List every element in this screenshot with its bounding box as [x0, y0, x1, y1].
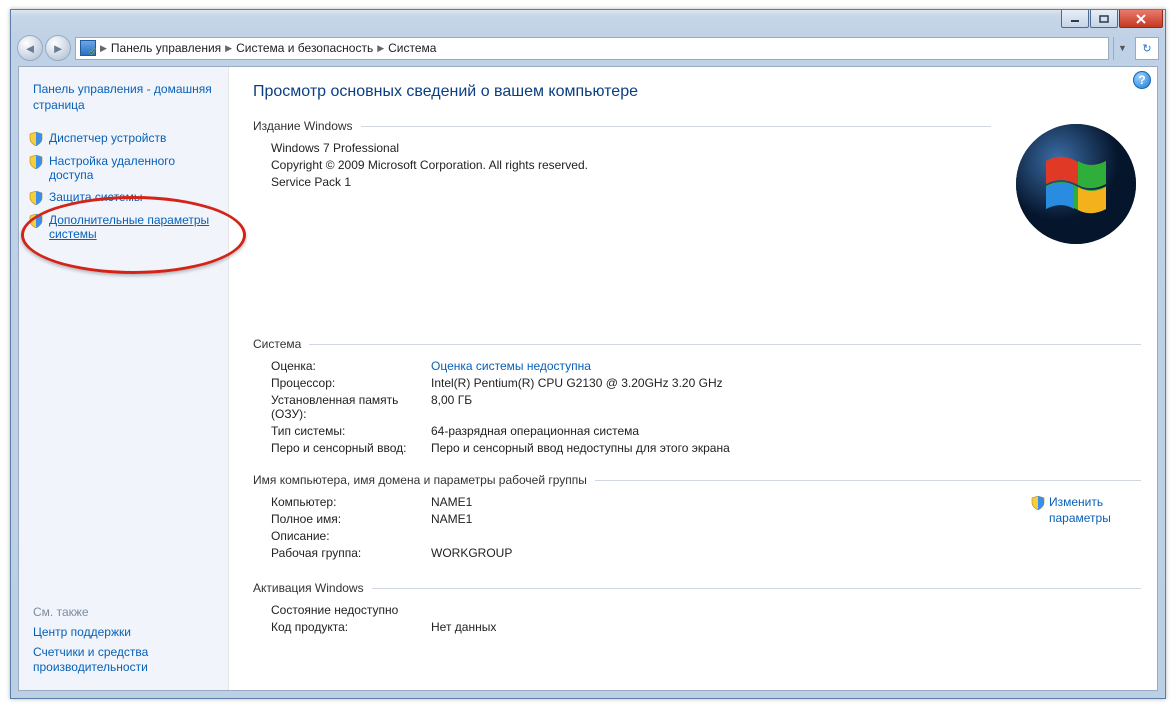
minimize-button[interactable] — [1061, 10, 1089, 28]
back-button[interactable]: ◄ — [17, 35, 43, 61]
breadcrumb[interactable]: Система и безопасность — [236, 41, 373, 55]
property-row: Код продукта:Нет данных — [271, 620, 1141, 634]
property-row: Тип системы:64-разрядная операционная си… — [271, 424, 1141, 438]
property-key: Тип системы: — [271, 424, 431, 438]
system-properties-window: ◄ ► ▶ Панель управления ▶ Система и безо… — [10, 9, 1166, 699]
divider — [372, 588, 1141, 589]
property-key: Код продукта: — [271, 620, 431, 634]
property-row: Компьютер:NAME1 — [271, 495, 1031, 509]
property-key: Установленная память (ОЗУ): — [271, 393, 431, 421]
property-row: Установленная память (ОЗУ):8,00 ГБ — [271, 393, 1141, 421]
property-row: Состояние недоступно — [271, 603, 1141, 617]
control-panel-home-link[interactable]: Панель управления - домашняя страница — [33, 81, 216, 113]
address-dropdown[interactable]: ▼ — [1113, 37, 1131, 60]
property-value: NAME1 — [431, 512, 1031, 526]
sidebar-item-device-manager[interactable]: Диспетчер устройств — [29, 131, 216, 146]
property-key: Рабочая группа: — [271, 546, 431, 560]
change-settings-label: Изменить параметры — [1049, 495, 1141, 526]
shield-icon — [29, 214, 43, 228]
forward-button[interactable]: ► — [45, 35, 71, 61]
divider — [309, 344, 1141, 345]
property-row: Описание: — [271, 529, 1141, 543]
see-also-link-action-center[interactable]: Центр поддержки — [33, 625, 216, 641]
client-area: Панель управления - домашняя страница Ди… — [18, 66, 1158, 691]
page-title: Просмотр основных сведений о вашем компь… — [253, 83, 1141, 101]
property-key: Перо и сенсорный ввод: — [271, 441, 431, 455]
property-value: WORKGROUP — [431, 546, 1141, 560]
see-also-title: См. также — [33, 605, 216, 619]
chevron-right-icon: ▶ — [225, 43, 232, 54]
sidebar-item-label: Диспетчер устройств — [49, 131, 166, 145]
help-button[interactable]: ? — [1133, 71, 1151, 89]
edition-line: Windows 7 Professional — [271, 141, 991, 155]
shield-icon — [29, 155, 43, 169]
edition-line: Service Pack 1 — [271, 175, 991, 189]
property-value: Оценка системы недоступна — [431, 359, 1141, 373]
shield-icon — [29, 191, 43, 205]
property-row: Перо и сенсорный ввод:Перо и сенсорный в… — [271, 441, 1141, 455]
sidebar-item-remote-settings[interactable]: Настройка удаленного доступа — [29, 154, 216, 182]
property-row: Оценка:Оценка системы недоступна — [271, 359, 1141, 373]
section-computer-domain: Имя компьютера, имя домена и параметры р… — [253, 473, 1141, 563]
section-system: Система Оценка:Оценка системы недоступна… — [253, 337, 1141, 455]
section-activation: Активация Windows Состояние недоступно Ко… — [253, 581, 1141, 634]
address-bar[interactable]: ▶ Панель управления ▶ Система и безопасн… — [75, 37, 1109, 60]
property-value: NAME1 — [431, 495, 1031, 509]
shield-icon — [29, 132, 43, 146]
property-value: Состояние недоступно — [271, 603, 1141, 617]
windows-logo — [1011, 119, 1141, 249]
sidebar: Панель управления - домашняя страница Ди… — [19, 67, 229, 690]
divider — [595, 480, 1141, 481]
sidebar-item-label: Защита системы — [49, 190, 142, 204]
divider — [361, 126, 991, 127]
shield-icon — [1031, 496, 1045, 510]
property-key: Оценка: — [271, 359, 431, 373]
refresh-button[interactable]: ↻ — [1135, 37, 1159, 60]
section-title: Издание Windows — [253, 119, 353, 133]
property-value: Intel(R) Pentium(R) CPU G2130 @ 3.20GHz … — [431, 376, 1141, 390]
navigation-row: ◄ ► ▶ Панель управления ▶ Система и безо… — [11, 32, 1165, 64]
control-panel-icon — [80, 40, 96, 56]
see-also-section: См. также Центр поддержки Счетчики и сре… — [29, 595, 216, 680]
property-row: Рабочая группа:WORKGROUP — [271, 546, 1141, 560]
property-row: Полное имя:NAME1 — [271, 512, 1031, 526]
sidebar-item-advanced-settings[interactable]: Дополнительные параметры системы — [29, 213, 216, 241]
sidebar-item-label: Настройка удаленного доступа — [49, 154, 216, 182]
edition-line: Copyright © 2009 Microsoft Corporation. … — [271, 158, 991, 172]
breadcrumb[interactable]: Панель управления — [111, 41, 221, 55]
chevron-right-icon: ▶ — [100, 43, 107, 54]
maximize-button[interactable] — [1090, 10, 1118, 28]
change-settings-link[interactable]: Изменить параметры — [1031, 495, 1141, 526]
sidebar-item-system-protection[interactable]: Защита системы — [29, 190, 216, 205]
property-value: 8,00 ГБ — [431, 393, 1141, 407]
sidebar-item-label: Дополнительные параметры системы — [49, 213, 216, 241]
section-title: Активация Windows — [253, 581, 364, 595]
see-also-link-perf-tools[interactable]: Счетчики и средства производительности — [33, 645, 216, 676]
property-key: Компьютер: — [271, 495, 431, 509]
close-button[interactable] — [1119, 10, 1163, 28]
property-value: Перо и сенсорный ввод недоступны для это… — [431, 441, 1141, 455]
property-key: Полное имя: — [271, 512, 431, 526]
chevron-right-icon: ▶ — [377, 43, 384, 54]
title-bar — [11, 10, 1165, 32]
property-key: Описание: — [271, 529, 431, 543]
property-value: Нет данных — [431, 620, 1141, 634]
property-value: 64-разрядная операционная система — [431, 424, 1141, 438]
section-title: Система — [253, 337, 301, 351]
property-row: Процессор:Intel(R) Pentium(R) CPU G2130 … — [271, 376, 1141, 390]
section-title: Имя компьютера, имя домена и параметры р… — [253, 473, 587, 487]
breadcrumb[interactable]: Система — [388, 41, 436, 55]
property-value-link[interactable]: Оценка системы недоступна — [431, 359, 591, 373]
section-windows-edition: Издание Windows Windows 7 Professional C… — [253, 119, 1141, 319]
property-key: Процессор: — [271, 376, 431, 390]
main-content: ? Просмотр основных сведений о вашем ком… — [229, 67, 1157, 690]
